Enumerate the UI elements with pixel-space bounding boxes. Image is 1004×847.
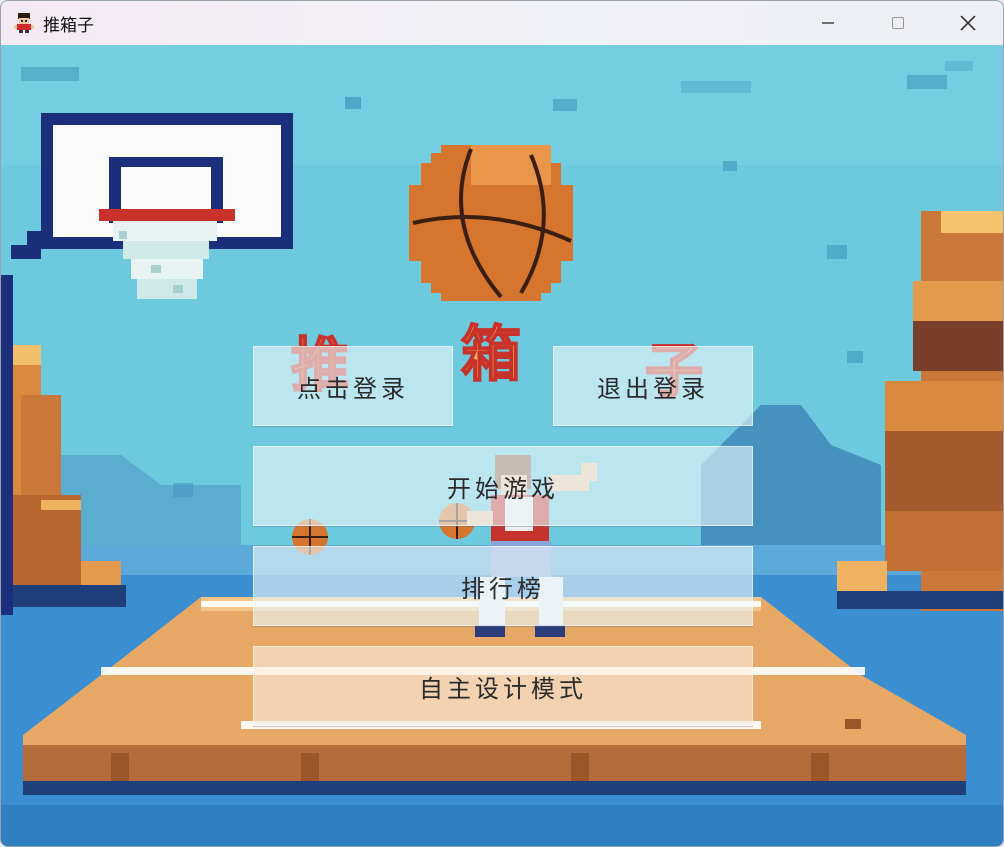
minimize-button[interactable] [793, 1, 863, 45]
leaderboard-button[interactable]: 排行榜 [253, 546, 753, 626]
title-bar[interactable]: 推箱子 [1, 1, 1003, 45]
svg-text:箱: 箱 [461, 320, 521, 390]
close-icon [960, 15, 976, 31]
window-title: 推箱子 [43, 15, 94, 36]
game-background: 推 箱 子 点击登录 退出登录 开始游戏 排行榜 自主设计模式 [1, 45, 1003, 846]
close-button[interactable] [933, 1, 1003, 45]
basketball-icon [409, 145, 573, 301]
custom-design-mode-button[interactable]: 自主设计模式 [253, 646, 753, 726]
maximize-button[interactable] [863, 1, 933, 45]
logout-button[interactable]: 退出登录 [553, 346, 753, 426]
start-game-button[interactable]: 开始游戏 [253, 446, 753, 526]
maximize-icon [891, 16, 905, 30]
game-window: 推箱子 箱 点击登录 退出登录 开始游戏 排行榜 自主设计模式 [0, 0, 1004, 847]
login-button[interactable]: 点击登录 [253, 346, 453, 426]
pixel-character-icon [13, 12, 35, 34]
minimize-icon [822, 22, 834, 24]
